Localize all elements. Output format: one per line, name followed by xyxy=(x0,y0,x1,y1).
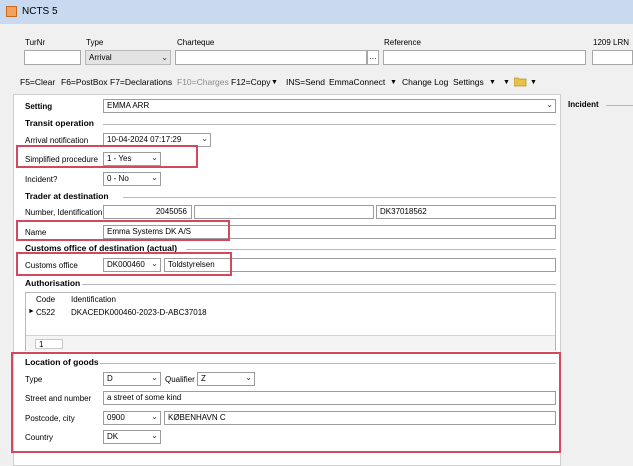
folder-icon[interactable] xyxy=(513,76,527,89)
type-value: Arrival xyxy=(89,53,112,62)
identification-value: DK37018562 xyxy=(380,207,427,216)
type-select[interactable]: Arrival ⌄ xyxy=(85,50,171,65)
grid-pager: 1 xyxy=(26,335,555,351)
more-dropdown-icon[interactable]: ▼ xyxy=(503,79,510,86)
grid-header: Code Identification xyxy=(26,293,555,305)
auth-ident-cell: DKACEDK000460-2023-D-ABC37018 xyxy=(71,308,207,317)
highlight-simplified xyxy=(16,145,198,168)
transit-section-title: Transit operation xyxy=(25,118,94,128)
identification-input[interactable]: DK37018562 xyxy=(376,205,556,219)
emmaconnect-button[interactable]: EmmaConnect xyxy=(329,77,385,87)
copy-dropdown-icon[interactable]: ▼ xyxy=(271,79,278,86)
reference-input[interactable] xyxy=(383,50,586,65)
divider xyxy=(606,105,633,106)
divider xyxy=(123,197,556,198)
incident-select[interactable]: 0 - No ⌄ xyxy=(103,172,161,186)
divider xyxy=(103,124,556,125)
reference-label: Reference xyxy=(384,38,421,47)
turnr-input[interactable] xyxy=(24,50,81,65)
auth-code-cell: C522 xyxy=(36,308,56,317)
highlight-customs xyxy=(16,252,232,276)
turnr-label: TurNr xyxy=(25,38,46,47)
setting-label: Setting xyxy=(25,102,53,111)
lrn-input[interactable] xyxy=(592,50,633,65)
incident-label: Incident? xyxy=(25,175,58,184)
window-title: NCTS 5 xyxy=(22,6,58,17)
row-pointer-icon: ► xyxy=(28,308,35,315)
incident-value: 0 - No xyxy=(107,174,129,183)
charges-button[interactable]: F10=Charges xyxy=(177,77,229,87)
number-input[interactable]: 2045056 xyxy=(103,205,192,219)
authorisation-grid: Code Identification ► C522 DKACEDK000460… xyxy=(25,292,556,351)
changelog-button[interactable]: Change Log xyxy=(402,77,448,87)
declarations-button[interactable]: F7=Declarations xyxy=(110,77,172,87)
setting-value: EMMA ARR xyxy=(107,101,150,110)
type-label: Type xyxy=(86,38,104,47)
charteque-label: Charteque xyxy=(177,38,215,47)
settings-dropdown-icon[interactable]: ▼ xyxy=(489,79,496,86)
highlight-name xyxy=(16,220,230,241)
trader-section-title: Trader at destination xyxy=(25,191,109,201)
auth-section-title: Authorisation xyxy=(25,278,81,288)
number-value: 2045056 xyxy=(155,207,187,216)
toolbar: F5=Clear F6=PostBox F7=Declarations F10=… xyxy=(0,74,633,92)
divider xyxy=(186,249,556,250)
divider xyxy=(82,284,556,285)
lrn-label: 1209 LRN xyxy=(593,38,630,47)
app-icon xyxy=(6,6,17,17)
filter-bar: TurNr Type Arrival ⌄ Charteque … Referen… xyxy=(0,24,633,75)
chevron-down-icon: ⌄ xyxy=(546,100,553,109)
arrival-value: 10-04-2024 07:17:29 xyxy=(107,135,182,144)
chevron-down-icon: ⌄ xyxy=(201,134,208,143)
send-button[interactable]: INS=Send xyxy=(286,77,325,87)
incident-panel-title: Incident xyxy=(568,100,599,109)
chevron-down-icon: ⌄ xyxy=(151,173,158,182)
postbox-button[interactable]: F6=PostBox xyxy=(61,77,108,87)
title-bar: NCTS 5 xyxy=(0,0,633,25)
number-label: Number, Identification xyxy=(25,208,103,217)
settings-button[interactable]: Settings xyxy=(453,77,484,87)
incident-panel: Incident xyxy=(562,94,633,466)
page-number[interactable]: 1 xyxy=(35,339,63,349)
folder-dropdown-icon[interactable]: ▼ xyxy=(530,79,537,86)
clear-button[interactable]: F5=Clear xyxy=(20,77,55,87)
column-header-identification[interactable]: Identification xyxy=(71,295,116,304)
emmaconnect-dropdown-icon[interactable]: ▼ xyxy=(390,79,397,86)
column-header-code[interactable]: Code xyxy=(36,295,55,304)
setting-select[interactable]: EMMA ARR ⌄ xyxy=(103,99,556,113)
chevron-down-icon: ⌄ xyxy=(161,53,168,62)
arrival-label: Arrival notification xyxy=(25,136,89,145)
table-row[interactable]: ► C522 DKACEDK000460-2023-D-ABC37018 xyxy=(26,307,555,320)
charteque-input[interactable] xyxy=(175,50,367,65)
copy-button[interactable]: F12=Copy xyxy=(231,77,270,87)
charteque-lookup-button[interactable]: … xyxy=(367,50,379,65)
highlight-location xyxy=(11,352,561,453)
trader-extra-input[interactable] xyxy=(194,205,374,219)
